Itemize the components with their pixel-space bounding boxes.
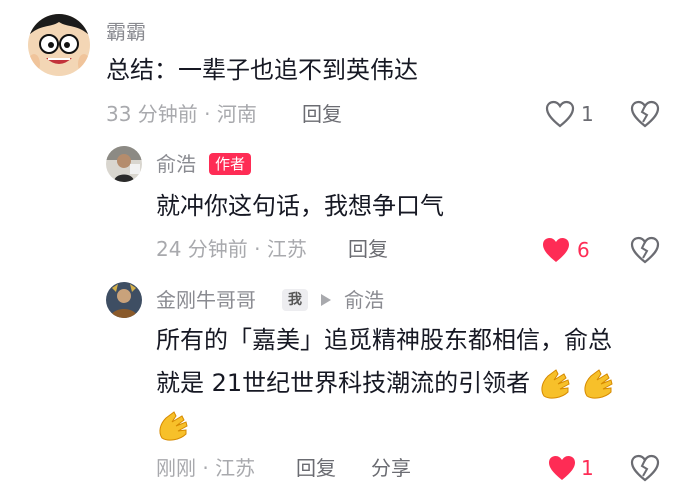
comment-time-location: 33 分钟前 · 河南 [106, 102, 257, 126]
clapping-hands-emoji [541, 369, 570, 399]
clapping-hands-emoji [584, 369, 614, 399]
dislike-button[interactable] [630, 100, 660, 128]
clapping-hands-emoji [159, 411, 188, 441]
like-button[interactable]: 1 [547, 452, 597, 484]
broken-heart-icon [630, 236, 660, 264]
character-avatar-image [106, 282, 142, 318]
like-count: 1 [581, 456, 594, 480]
like-count: 6 [577, 238, 590, 262]
heart-filled-icon [543, 238, 569, 262]
me-badge: 我 [282, 289, 308, 311]
reply-to-username[interactable]: 俞浩 [344, 288, 384, 312]
triangle-arrow-icon [321, 294, 331, 306]
comment-username[interactable]: 俞浩 [156, 152, 196, 176]
share-button[interactable]: 分享 [371, 456, 411, 480]
comment-text-line3 [156, 410, 192, 442]
comment-username[interactable]: 霸霸 [106, 20, 146, 44]
comment-text-line2-content: 就是 21世纪世界科技潮流的引领者 [156, 369, 531, 397]
reply-button[interactable]: 回复 [296, 456, 336, 480]
broken-heart-icon [630, 100, 660, 128]
reply-button[interactable]: 回复 [348, 237, 388, 261]
avatar-babaa[interactable] [28, 14, 90, 76]
author-badge: 作者 [209, 153, 252, 175]
comment-time-location: 刚刚 · 江苏 [156, 456, 256, 480]
like-button[interactable]: 1 [545, 98, 595, 130]
avatar-jingangniugege[interactable] [106, 282, 142, 318]
heart-filled-icon [549, 456, 575, 480]
comment-text-line2: 就是 21世纪世界科技潮流的引领者 [156, 365, 617, 401]
dislike-button[interactable] [630, 236, 660, 264]
anime-face-avatar-image [28, 14, 90, 76]
broken-heart-icon [630, 454, 660, 482]
comment-text: 总结：一辈子也追不到英伟达 [106, 56, 418, 84]
comment-time-location: 24 分钟前 · 江苏 [156, 237, 307, 261]
comment-username[interactable]: 金刚牛哥哥 [156, 288, 256, 312]
comment-text: 就冲你这句话，我想争口气 [156, 192, 444, 220]
like-count: 1 [581, 102, 594, 126]
heart-icon [545, 100, 575, 128]
like-button[interactable]: 6 [541, 234, 595, 266]
comment-text-line1: 所有的「嘉美」追觅精神股东都相信，俞总 [156, 326, 612, 354]
avatar-yuhao[interactable] [106, 146, 142, 182]
dislike-button[interactable] [630, 454, 660, 482]
person-photo-avatar-image [106, 146, 142, 182]
reply-button[interactable]: 回复 [302, 102, 342, 126]
